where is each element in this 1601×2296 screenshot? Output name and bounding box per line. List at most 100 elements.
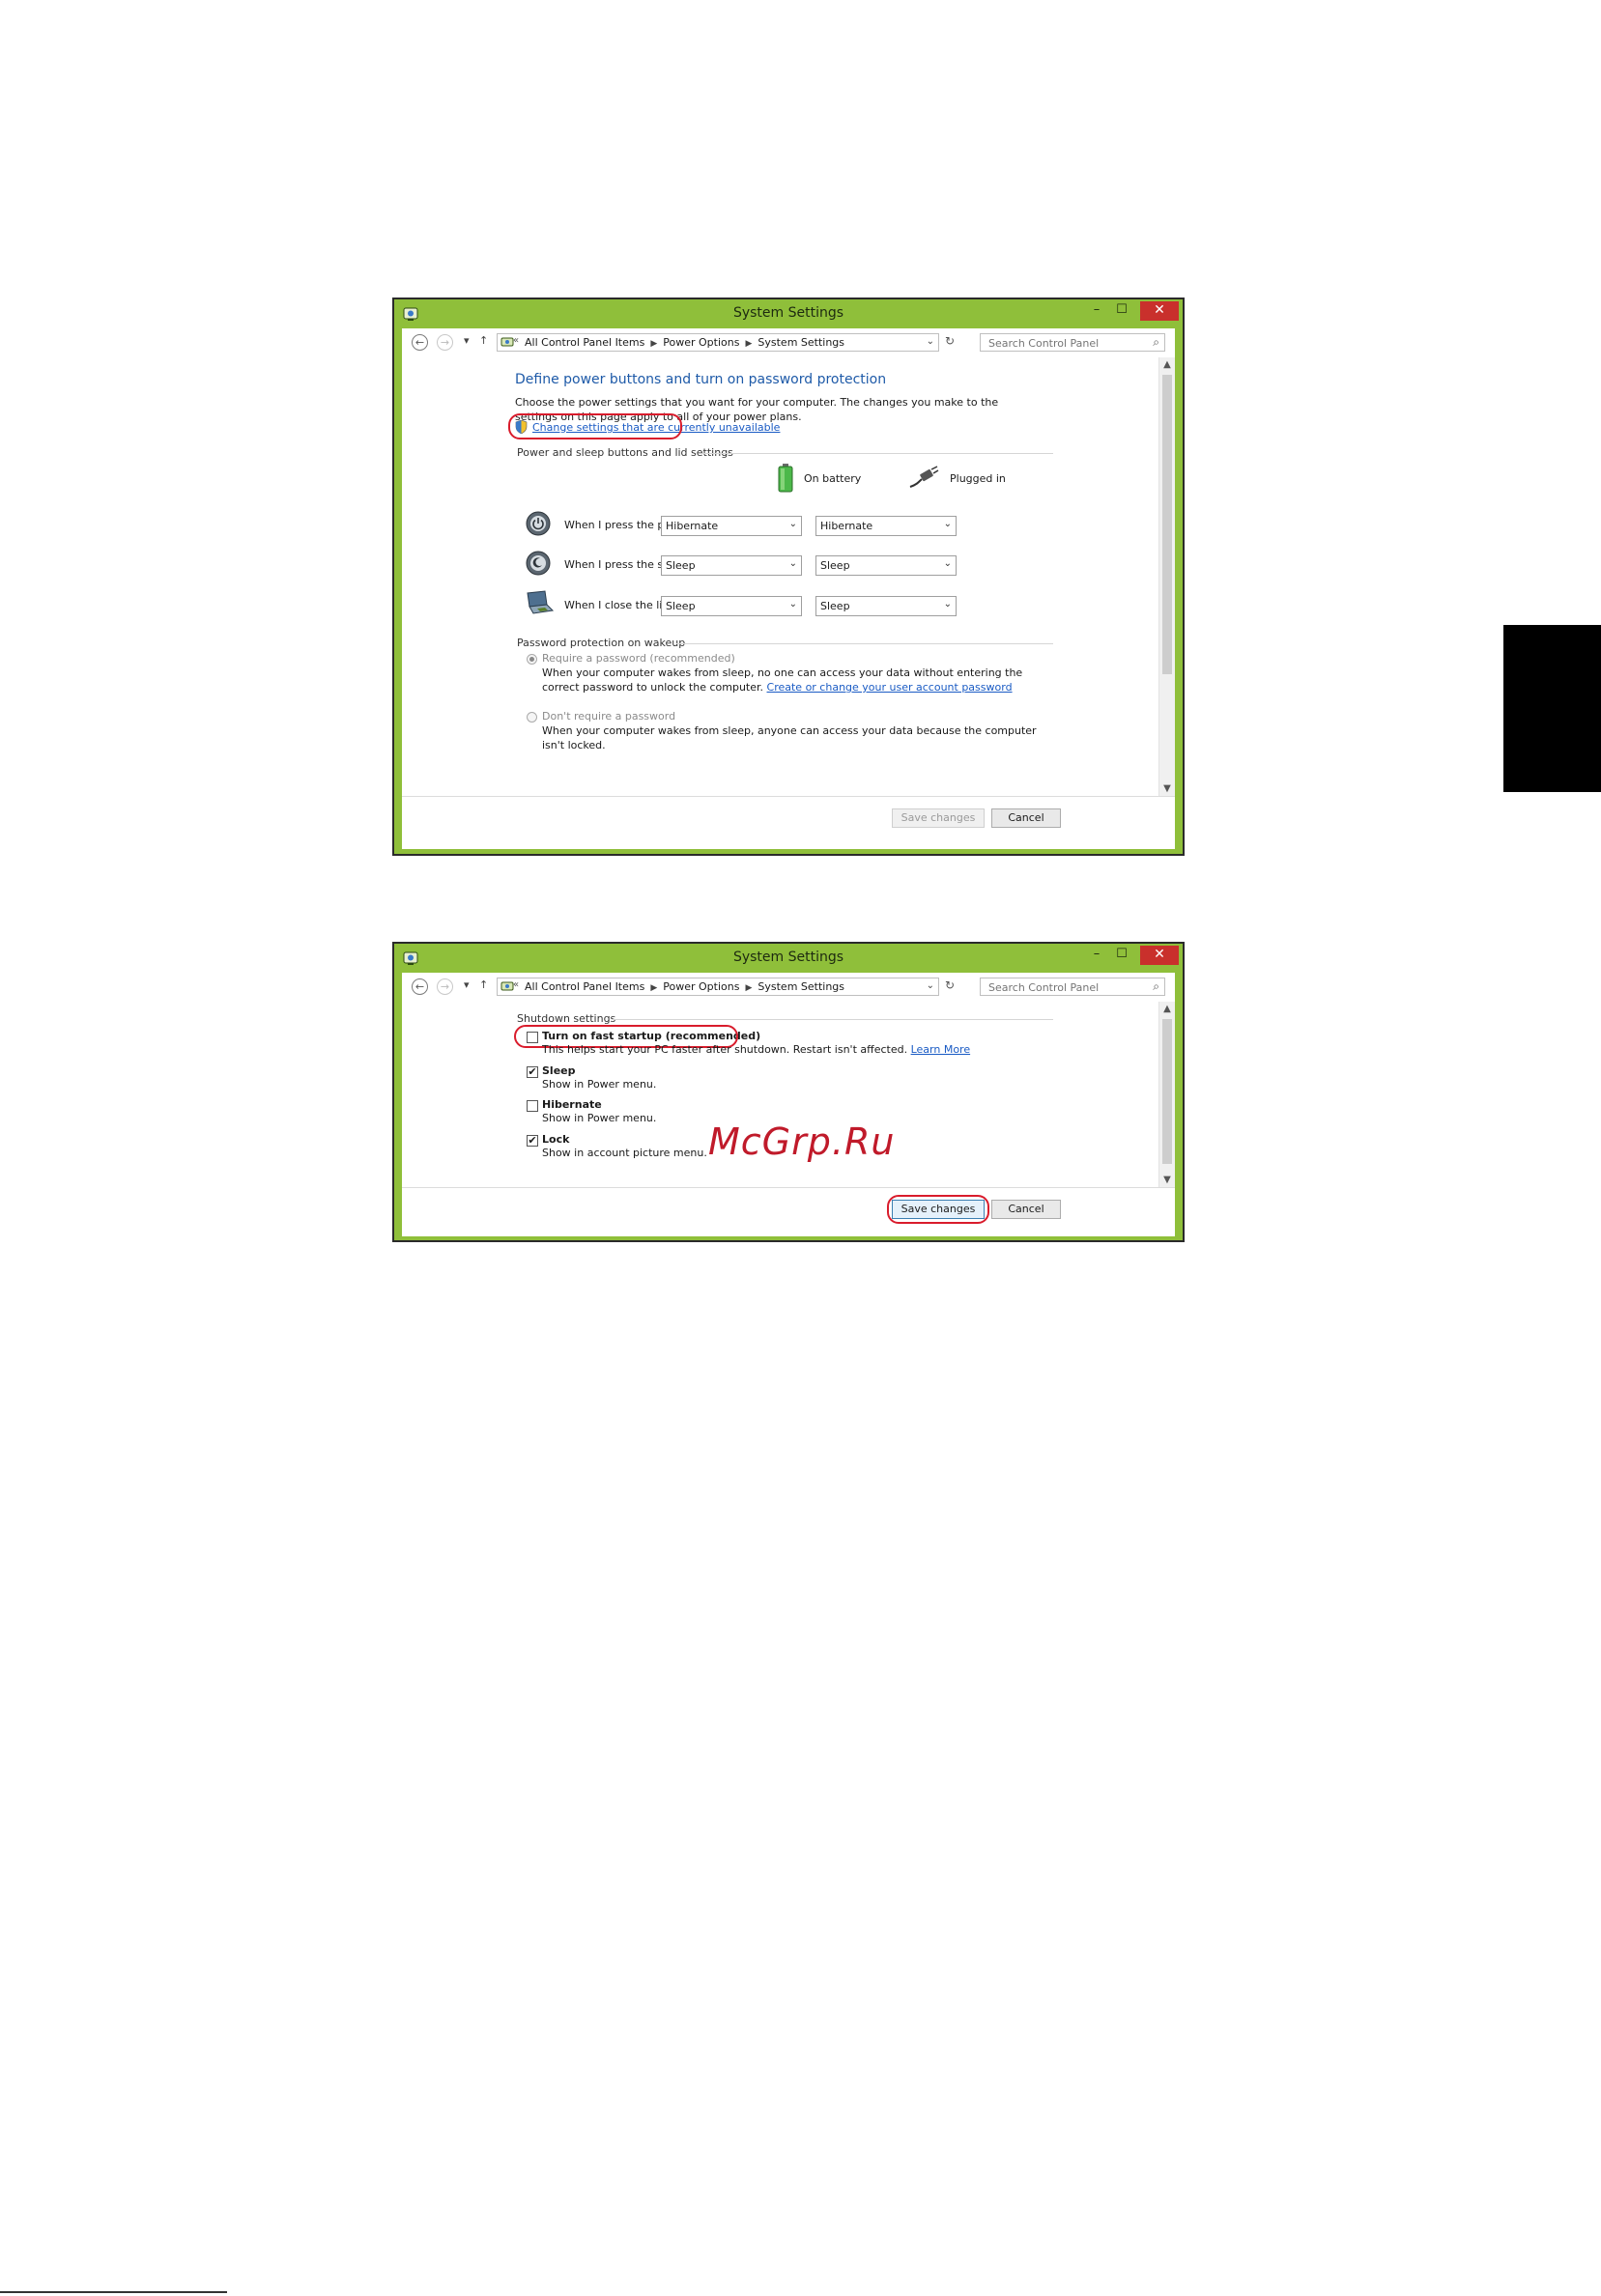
sleep-button-plugged-select[interactable]: Sleep ⌄ bbox=[815, 555, 957, 576]
up-arrow-icon[interactable]: ↑ bbox=[479, 978, 488, 991]
sleep-description: Show in Power menu. bbox=[542, 1078, 657, 1091]
row-close-lid-label: When I close the lid: bbox=[564, 599, 673, 611]
content-area: Define power buttons and turn on passwor… bbox=[402, 357, 1175, 796]
create-password-link[interactable]: Create or change your user account passw… bbox=[767, 681, 1013, 694]
chevron-down-icon: ⌄ bbox=[943, 558, 952, 569]
scrollbar-thumb[interactable] bbox=[1162, 1019, 1172, 1164]
require-password-radio[interactable] bbox=[527, 654, 537, 665]
scroll-down-icon[interactable]: ▼ bbox=[1159, 1175, 1175, 1185]
power-button-battery-select[interactable]: Hibernate ⌄ bbox=[661, 516, 802, 536]
require-password-label: Require a password (recommended) bbox=[542, 652, 735, 665]
close-lid-battery-select[interactable]: Sleep ⌄ bbox=[661, 596, 802, 616]
power-button-icon bbox=[526, 511, 551, 536]
highlight-circle bbox=[887, 1195, 989, 1224]
checkmark-icon: ✔ bbox=[528, 1134, 537, 1147]
up-arrow-icon[interactable]: ↑ bbox=[479, 334, 488, 347]
cancel-button[interactable]: Cancel bbox=[991, 1200, 1061, 1219]
refresh-icon[interactable]: ↻ bbox=[945, 334, 955, 348]
save-changes-button[interactable]: Save changes bbox=[892, 808, 985, 828]
breadcrumb-power-options[interactable]: Power Options bbox=[663, 336, 739, 349]
highlight-circle bbox=[508, 413, 682, 439]
cancel-button[interactable]: Cancel bbox=[991, 808, 1061, 828]
sleep-checkbox[interactable]: ✔ bbox=[527, 1066, 538, 1078]
breadcrumb-power-options[interactable]: Power Options bbox=[663, 980, 739, 993]
navigation-bar: ← → ▾ ↑ « All Control Panel Items ▶ Power … bbox=[402, 973, 1175, 1003]
breadcrumb-separator-icon: ▶ bbox=[745, 983, 753, 993]
search-box[interactable]: ⌕ bbox=[980, 333, 1165, 352]
breadcrumb-system-settings[interactable]: System Settings bbox=[758, 336, 844, 349]
breadcrumb-all-control-panel-items[interactable]: All Control Panel Items bbox=[525, 980, 644, 993]
select-value: Sleep bbox=[820, 600, 850, 612]
address-bar[interactable]: « All Control Panel Items ▶ Power Options ▶… bbox=[497, 333, 939, 352]
breadcrumb-separator-icon: ▶ bbox=[650, 339, 658, 349]
scroll-up-icon[interactable]: ▲ bbox=[1159, 359, 1175, 370]
refresh-icon[interactable]: ↻ bbox=[945, 978, 955, 992]
close-button[interactable]: ✕ bbox=[1140, 301, 1179, 321]
section-shutdown-settings: Shutdown settings bbox=[517, 1012, 616, 1025]
control-panel-small-icon bbox=[500, 337, 514, 347]
select-value: Sleep bbox=[666, 559, 696, 572]
sleep-button-icon bbox=[526, 551, 551, 576]
vertical-scrollbar[interactable]: ▲ ▼ bbox=[1158, 357, 1175, 796]
maximize-button[interactable]: ☐ bbox=[1109, 946, 1134, 965]
address-bar[interactable]: « All Control Panel Items ▶ Power Options ▶… bbox=[497, 978, 939, 996]
window-title: System Settings bbox=[732, 950, 844, 965]
hibernate-checkbox[interactable] bbox=[527, 1100, 538, 1112]
breadcrumb-all-control-panel-items[interactable]: All Control Panel Items bbox=[525, 336, 644, 349]
close-lid-plugged-select[interactable]: Sleep ⌄ bbox=[815, 596, 957, 616]
forward-arrow-icon[interactable]: → bbox=[437, 978, 453, 995]
recent-locations-icon[interactable]: ▾ bbox=[464, 334, 470, 347]
require-password-description: When your computer wakes from sleep, no … bbox=[542, 666, 1023, 694]
forward-arrow-icon[interactable]: → bbox=[437, 334, 453, 351]
laptop-lid-icon bbox=[527, 590, 555, 614]
breadcrumb-overflow-icon[interactable]: « bbox=[513, 979, 519, 990]
power-button-plugged-select[interactable]: Hibernate ⌄ bbox=[815, 516, 957, 536]
sleep-button-battery-select[interactable]: Sleep ⌄ bbox=[661, 555, 802, 576]
chevron-down-icon: ⌄ bbox=[788, 599, 797, 609]
chevron-down-icon: ⌄ bbox=[788, 519, 797, 529]
lock-description: Show in account picture menu. bbox=[542, 1147, 707, 1159]
lock-checkbox[interactable]: ✔ bbox=[527, 1135, 538, 1147]
window-title: System Settings bbox=[732, 305, 844, 321]
back-arrow-icon[interactable]: ← bbox=[412, 978, 428, 995]
scroll-down-icon[interactable]: ▼ bbox=[1159, 783, 1175, 794]
recent-locations-icon[interactable]: ▾ bbox=[464, 978, 470, 991]
title-bar[interactable]: System Settings – ☐ ✕ bbox=[394, 944, 1183, 973]
learn-more-link[interactable]: Learn More bbox=[911, 1043, 971, 1056]
search-icon[interactable]: ⌕ bbox=[1153, 979, 1159, 994]
search-box[interactable]: ⌕ bbox=[980, 978, 1165, 996]
checkmark-icon: ✔ bbox=[528, 1065, 537, 1078]
close-button[interactable]: ✕ bbox=[1140, 946, 1179, 965]
section-divider bbox=[701, 453, 1053, 454]
title-bar[interactable]: System Settings – ☐ ✕ bbox=[394, 299, 1183, 328]
system-settings-window-1: System Settings – ☐ ✕ ← → ▾ ↑ « All Cont… bbox=[392, 298, 1185, 856]
search-input[interactable] bbox=[986, 336, 1145, 351]
chapter-side-tab bbox=[1503, 625, 1601, 792]
scrollbar-thumb[interactable] bbox=[1162, 375, 1172, 674]
no-password-radio[interactable] bbox=[527, 712, 537, 723]
chevron-down-icon[interactable]: ⌄ bbox=[927, 336, 934, 347]
chevron-down-icon: ⌄ bbox=[943, 599, 952, 609]
breadcrumb-system-settings[interactable]: System Settings bbox=[758, 980, 844, 993]
breadcrumb-separator-icon: ▶ bbox=[650, 983, 658, 993]
search-icon[interactable]: ⌕ bbox=[1153, 335, 1159, 350]
chevron-down-icon[interactable]: ⌄ bbox=[927, 980, 934, 991]
battery-icon bbox=[778, 464, 793, 493]
section-divider bbox=[613, 1019, 1053, 1020]
select-value: Sleep bbox=[820, 559, 850, 572]
no-password-label: Don't require a password bbox=[542, 710, 676, 723]
scroll-up-icon[interactable]: ▲ bbox=[1159, 1004, 1175, 1014]
section-password-protection: Password protection on wakeup bbox=[517, 637, 686, 649]
vertical-scrollbar[interactable]: ▲ ▼ bbox=[1158, 1002, 1175, 1187]
no-password-description: When your computer wakes from sleep, any… bbox=[542, 724, 1037, 751]
breadcrumb-overflow-icon[interactable]: « bbox=[513, 335, 519, 346]
fast-startup-description: This helps start your PC faster after sh… bbox=[542, 1043, 971, 1056]
dialog-footer: Save changes Cancel bbox=[402, 1187, 1175, 1236]
minimize-button[interactable]: – bbox=[1084, 301, 1109, 321]
search-input[interactable] bbox=[986, 980, 1145, 995]
select-value: Sleep bbox=[666, 600, 696, 612]
back-arrow-icon[interactable]: ← bbox=[412, 334, 428, 351]
column-plugged-in: Plugged in bbox=[950, 472, 1006, 485]
minimize-button[interactable]: – bbox=[1084, 946, 1109, 965]
maximize-button[interactable]: ☐ bbox=[1109, 301, 1134, 321]
